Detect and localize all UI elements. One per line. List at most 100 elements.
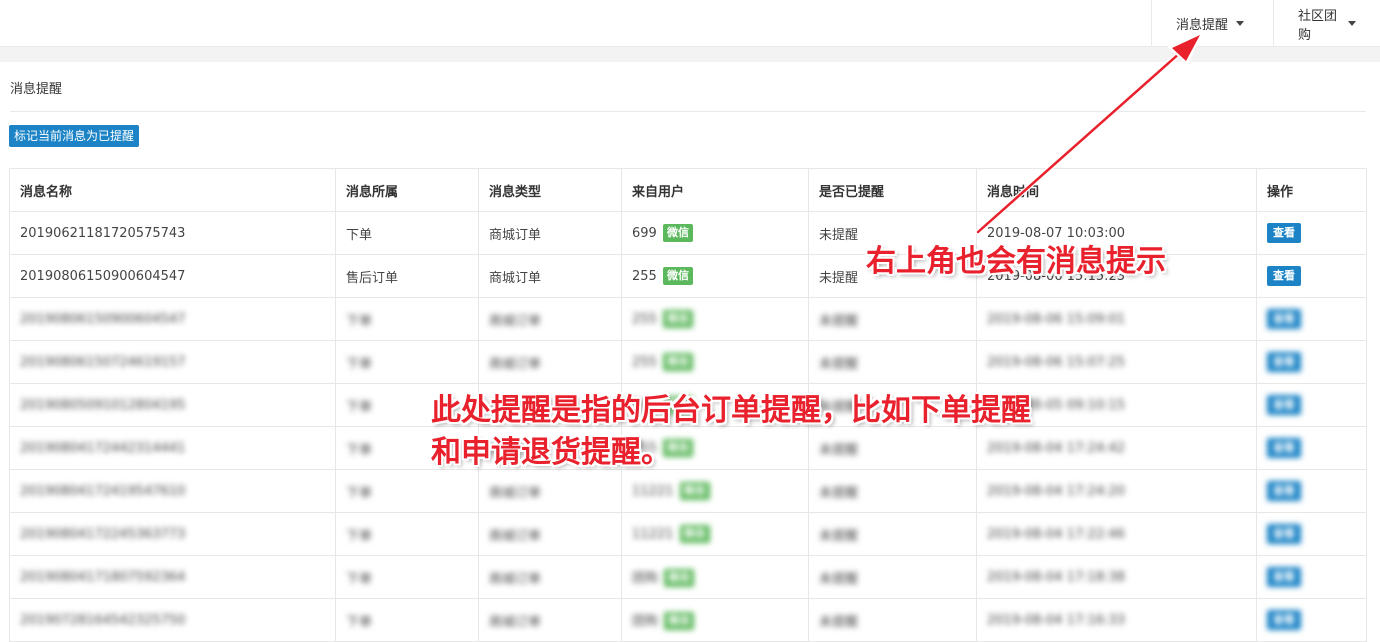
view-button[interactable]: 查看 bbox=[1267, 352, 1301, 372]
annotation-center-line2: 和申请退货提醒。 bbox=[431, 435, 671, 470]
table-row: 20190806150724619157 下单 商城订单 255 微信 未提醒 2019-… bbox=[9, 340, 1367, 384]
message-belongs-cell-text: 下单 bbox=[346, 528, 373, 544]
reminded-status-cell-text: 未提醒 bbox=[819, 614, 859, 630]
message-belongs-cell: 下单 bbox=[335, 512, 479, 556]
message-time-cell: 2019-08-04 17:22:46 bbox=[976, 512, 1257, 556]
view-button[interactable]: 查看 bbox=[1267, 567, 1301, 587]
reminded-status-cell: 未提醒 bbox=[808, 297, 977, 341]
reminded-status-cell: 未提醒 bbox=[808, 340, 977, 384]
reminded-status-cell-text: 未提醒 bbox=[819, 356, 859, 372]
message-time-cell: 2019-08-06 15:09:01 bbox=[976, 297, 1257, 341]
content-separator bbox=[0, 47, 1380, 62]
message-name-cell: 20190804172245363773 bbox=[9, 512, 336, 556]
message-name-cell-text: 20190804172245363773 bbox=[20, 526, 186, 542]
message-time-cell: 2019-08-06 15:07:25 bbox=[976, 340, 1257, 384]
message-time-cell-text: 2019-08-04 17:18:38 bbox=[987, 569, 1126, 585]
from-user-cell: 255 微信 bbox=[621, 340, 809, 384]
reminded-status-cell-text: 未提醒 bbox=[819, 227, 859, 243]
message-time-cell-text: 2019-08-04 17:16:33 bbox=[987, 612, 1126, 628]
user-id: 699 bbox=[632, 225, 657, 241]
message-belongs-cell: 售后订单 bbox=[335, 254, 479, 298]
wechat-badge: 微信 bbox=[662, 310, 693, 328]
table-row: 20190804172245363773 下单 商城订单 11221 微信 未提醒 201… bbox=[9, 512, 1367, 556]
view-button[interactable]: 查看 bbox=[1267, 309, 1301, 329]
from-user-wrap: 255 微信 bbox=[632, 353, 693, 371]
message-belongs-cell-text: 下单 bbox=[346, 442, 373, 458]
message-name-cell: 20190806150900604547 bbox=[9, 254, 336, 298]
caret-down-icon bbox=[1236, 21, 1245, 26]
message-name-cell: 20190806150900604547 bbox=[9, 297, 336, 341]
annotation-center: 此处提醒是指的后台订单提醒，比如下单提醒 和申请退货提醒。 bbox=[431, 390, 1191, 474]
column-header: 来自用户 bbox=[621, 168, 809, 212]
message-type-cell-text: 商城订单 bbox=[489, 528, 542, 544]
message-name-cell-text: 20190804172419547610 bbox=[20, 483, 186, 499]
message-belongs-cell: 下单 bbox=[335, 469, 479, 513]
user-id: 团购 bbox=[632, 613, 659, 629]
message-name-cell: 20190804172419547610 bbox=[9, 469, 336, 513]
column-header: 消息所属 bbox=[335, 168, 479, 212]
messages-dropdown[interactable]: 消息提醒 bbox=[1151, 0, 1273, 47]
reminded-status-cell: 未提醒 bbox=[808, 598, 977, 642]
page-title: 消息提醒 bbox=[10, 82, 63, 97]
top-navbar: 消息提醒 社区团购 bbox=[0, 0, 1380, 47]
column-header: 操作 bbox=[1256, 168, 1367, 212]
view-button[interactable]: 查看 bbox=[1267, 481, 1301, 501]
message-belongs-cell-text: 下单 bbox=[346, 399, 373, 415]
wechat-badge: 微信 bbox=[679, 525, 710, 543]
from-user-cell: 699 微信 bbox=[621, 211, 809, 255]
table-row: 20190804172419547610 下单 商城订单 11221 微信 未提醒 201… bbox=[9, 469, 1367, 513]
message-name-cell-text: 20190806150900604547 bbox=[20, 311, 186, 327]
reminded-status-cell: 未提醒 bbox=[808, 469, 977, 513]
wechat-badge: 微信 bbox=[662, 224, 693, 242]
view-button[interactable]: 查看 bbox=[1267, 438, 1301, 458]
message-time-cell: 2019-08-04 17:24:20 bbox=[976, 469, 1257, 513]
table-row: 20190804171807592364 下单 商城订单 团购 微信 未提醒 2019-0… bbox=[9, 555, 1367, 599]
view-button[interactable]: 查看 bbox=[1267, 266, 1301, 286]
message-belongs-cell: 下单 bbox=[335, 297, 479, 341]
message-name-cell-text: 20190806150724619157 bbox=[20, 354, 186, 370]
action-cell: 查看 bbox=[1256, 598, 1367, 642]
mark-all-read-button[interactable]: 标记当前消息为已提醒 bbox=[9, 125, 140, 147]
message-belongs-cell-text: 下单 bbox=[346, 571, 373, 587]
from-user-wrap: 255 微信 bbox=[632, 267, 693, 285]
message-belongs-cell-text: 下单 bbox=[346, 614, 373, 630]
view-button[interactable]: 查看 bbox=[1267, 524, 1301, 544]
from-user-cell: 11221 微信 bbox=[621, 512, 809, 556]
wechat-badge: 微信 bbox=[662, 353, 693, 371]
message-belongs-cell-text: 下单 bbox=[346, 356, 373, 372]
user-id: 255 bbox=[632, 311, 657, 327]
message-type-cell-text: 商城订单 bbox=[489, 227, 542, 243]
reminded-status-cell-text: 未提醒 bbox=[819, 528, 859, 544]
group-buy-dropdown[interactable]: 社区团购 bbox=[1273, 0, 1380, 47]
user-id: 11221 bbox=[632, 526, 674, 542]
message-type-cell: 商城订单 bbox=[478, 254, 622, 298]
wechat-badge: 微信 bbox=[662, 267, 693, 285]
column-header: 是否已提醒 bbox=[808, 168, 977, 212]
message-type-cell: 商城订单 bbox=[478, 555, 622, 599]
column-header: 消息时间 bbox=[976, 168, 1257, 212]
message-time-cell-text: 2019-08-06 15:09:01 bbox=[987, 311, 1126, 327]
from-user-wrap: 255 微信 bbox=[632, 310, 693, 328]
message-name-cell: 20190621181720575743 bbox=[9, 211, 336, 255]
message-type-cell-text: 商城订单 bbox=[489, 571, 542, 587]
from-user-cell: 团购 微信 bbox=[621, 555, 809, 599]
message-belongs-cell-text: 售后订单 bbox=[346, 270, 399, 286]
message-type-cell-text: 商城订单 bbox=[489, 356, 542, 372]
message-name-cell-text: 20190804172442314441 bbox=[20, 440, 186, 456]
view-button[interactable]: 查看 bbox=[1267, 395, 1301, 415]
table-row: 20190806150900604547 下单 商城订单 255 微信 未提醒 2019-… bbox=[9, 297, 1367, 341]
from-user-wrap: 699 微信 bbox=[632, 224, 693, 242]
view-button[interactable]: 查看 bbox=[1267, 610, 1301, 630]
from-user-cell: 255 微信 bbox=[621, 297, 809, 341]
annotation-center-line1: 此处提醒是指的后台订单提醒，比如下单提醒 bbox=[431, 393, 1031, 428]
message-name-cell-text: 20190804171807592364 bbox=[20, 569, 186, 585]
user-id: 团购 bbox=[632, 570, 659, 586]
view-button[interactable]: 查看 bbox=[1267, 223, 1301, 243]
message-belongs-cell: 下单 bbox=[335, 598, 479, 642]
message-name-cell-text: 20190621181720575743 bbox=[20, 225, 186, 241]
reminded-status-cell: 未提醒 bbox=[808, 512, 977, 556]
wechat-badge: 微信 bbox=[679, 482, 710, 500]
user-id: 255 bbox=[632, 268, 657, 284]
from-user-wrap: 11221 微信 bbox=[632, 525, 710, 543]
action-cell: 查看 bbox=[1256, 254, 1367, 298]
